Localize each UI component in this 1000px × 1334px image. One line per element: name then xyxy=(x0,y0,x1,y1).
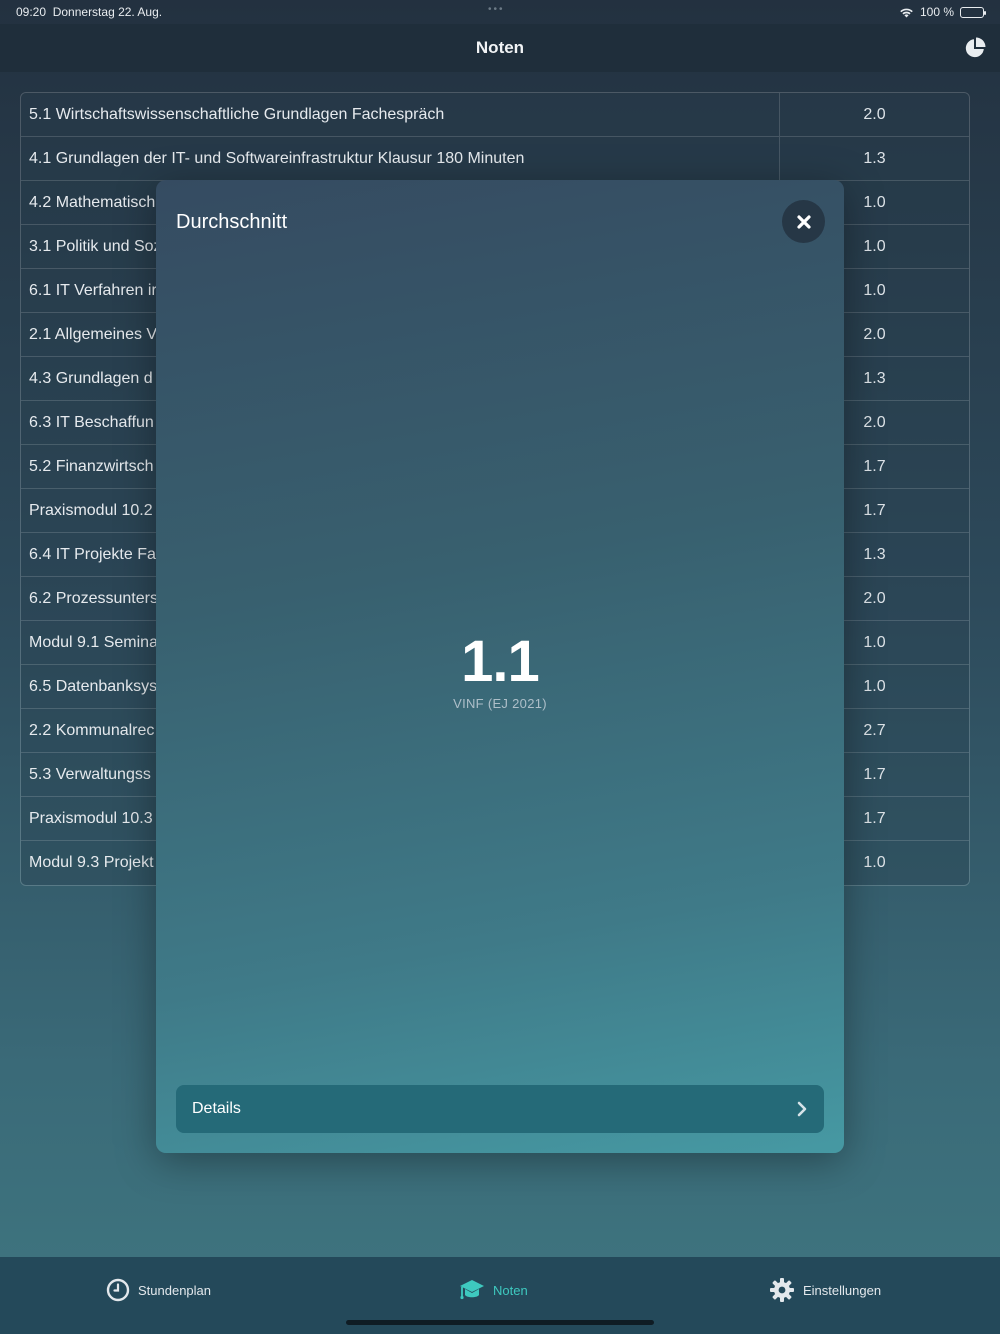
page-title: Noten xyxy=(475,38,525,57)
home-indicator xyxy=(346,1320,654,1325)
graduation-cap-icon xyxy=(460,1280,484,1300)
chevron-right-icon xyxy=(797,1101,807,1117)
wifi-icon xyxy=(900,8,913,17)
navigation-bar: Noten xyxy=(0,24,1000,72)
details-label: Details xyxy=(192,1100,241,1117)
course-label: VINF (EJ 2021) xyxy=(453,696,547,711)
grade-row[interactable]: 5.1 Wirtschaftswissenschaftliche Grundla… xyxy=(21,93,969,137)
status-date: Donnerstag 22. Aug. xyxy=(52,5,163,19)
multitasking-dots-icon[interactable]: ••• xyxy=(488,4,505,15)
modal-title: Durchschnitt xyxy=(176,211,288,233)
average-value: 1.1 xyxy=(461,629,540,694)
battery-percent: 100 % xyxy=(919,5,954,19)
tab-einstellungen[interactable]: Einstellungen xyxy=(769,1276,881,1304)
pie-chart-icon[interactable] xyxy=(964,37,986,59)
gear-icon xyxy=(770,1278,794,1302)
tab-label: Noten xyxy=(493,1282,528,1298)
tab-stundenplan[interactable]: Stundenplan xyxy=(106,1276,211,1304)
grade-value: 1.3 xyxy=(863,150,886,167)
grade-subject: 5.1 Wirtschaftswissenschaftliche Grundla… xyxy=(21,93,780,136)
grade-row[interactable]: 4.1 Grundlagen der IT- und Softwareinfra… xyxy=(21,137,969,181)
details-button[interactable]: Details xyxy=(176,1085,824,1133)
grade-subject: 4.1 Grundlagen der IT- und Softwareinfra… xyxy=(21,137,780,180)
battery-icon xyxy=(960,6,986,18)
tab-label: Einstellungen xyxy=(803,1282,882,1298)
status-right: 100 % xyxy=(899,5,986,19)
tab-noten[interactable]: Noten xyxy=(459,1276,528,1304)
close-icon xyxy=(796,214,811,229)
clock-icon xyxy=(106,1278,130,1302)
status-time: 09:20 Donnerstag 22. Aug. xyxy=(16,5,163,19)
grade-value: 2.0 xyxy=(863,106,886,123)
status-bar: 09:20 Donnerstag 22. Aug. ••• 100 % xyxy=(0,0,1000,24)
tab-label: Stundenplan xyxy=(138,1282,212,1298)
average-modal: Durchschnitt 1.1 VINF (EJ 2021) Details xyxy=(156,180,844,1153)
close-button[interactable] xyxy=(782,200,825,243)
